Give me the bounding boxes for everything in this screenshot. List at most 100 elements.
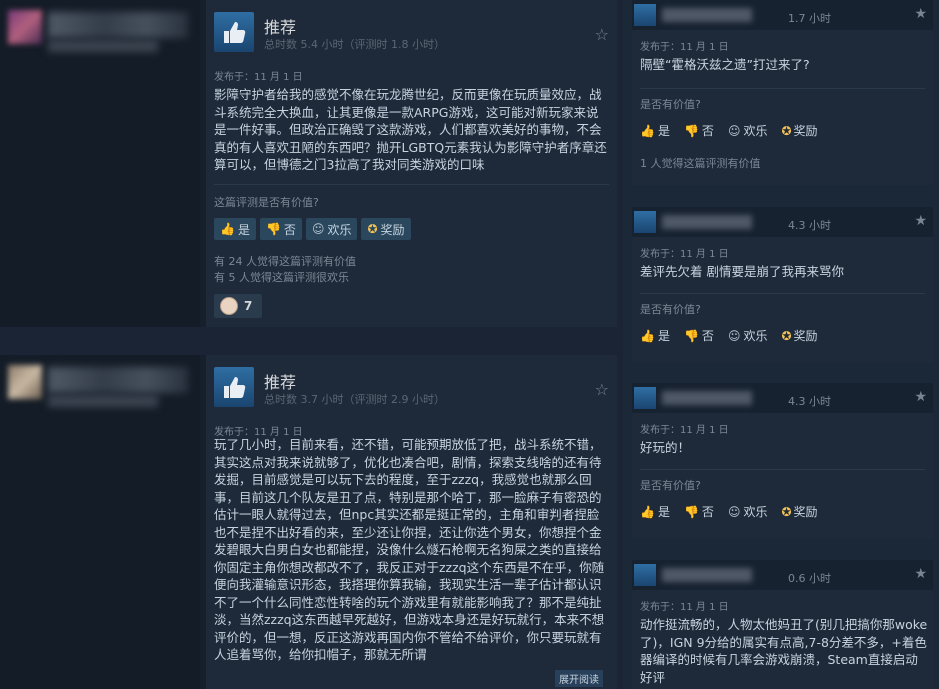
thumbs-up-icon: [634, 4, 656, 26]
review-posted-date: 发布于：11 月 1 日: [214, 72, 303, 83]
vote-no-label: 否: [701, 329, 714, 343]
helpful-count: 有 24 人觉得这篇评测有价值: [214, 255, 356, 268]
vote-funny-button[interactable]: ☺ 欢乐: [728, 122, 768, 139]
reaction-count: 7: [244, 299, 253, 313]
star-icon[interactable]: ★: [914, 6, 927, 22]
author-name-blurred[interactable]: [662, 8, 752, 22]
divider: [640, 293, 925, 294]
vote-yes-button[interactable]: 👍 是: [640, 503, 670, 520]
card-header: 0.6 小时 ★: [632, 560, 933, 590]
reaction-face-icon: [220, 297, 238, 315]
smile-icon: ☺: [311, 222, 325, 236]
review-body: 推荐 总时数 5.4 小时（评测时 1.8 小时） ☆ 发布于：11 月 1 日…: [206, 0, 617, 327]
vote-yes-button[interactable]: 👍 是: [640, 122, 670, 139]
review-author[interactable]: [0, 355, 200, 689]
short-review-card: 4.3 小时 ★ 发布于：11 月 1 日 差评先欠着 剧情要是崩了我再来骂你 …: [632, 207, 933, 362]
vote-funny-button[interactable]: ☺ 欢乐: [305, 218, 358, 240]
author-name-blurred[interactable]: [48, 12, 188, 38]
star-icon[interactable]: ☆: [595, 25, 609, 44]
author-name-blurred[interactable]: [662, 391, 752, 405]
vote-yes-label: 是: [657, 505, 670, 519]
divider: [640, 469, 925, 470]
vote-no-button[interactable]: 👎 否: [259, 218, 302, 240]
avatar[interactable]: [8, 10, 42, 44]
vote-yes-label: 是: [657, 329, 670, 343]
expand-review-link[interactable]: 展开阅读: [555, 670, 603, 687]
thumbs-down-icon: 👎: [683, 124, 699, 138]
author-name-blurred[interactable]: [662, 568, 752, 582]
vote-funny-button[interactable]: ☺ 欢乐: [728, 503, 768, 520]
card-posted-date: 发布于：11 月 1 日: [640, 425, 729, 436]
vote-yes-button[interactable]: 👍 是: [214, 218, 256, 240]
vote-buttons: 👍 是 👎 否 ☺ 欢乐 ✪ 奖励: [640, 327, 818, 344]
short-review-card: 1.7 小时 ★ 发布于：11 月 1 日 隔壁“霍格沃兹之遗”打过来了? 是否…: [632, 0, 933, 185]
vote-no-label: 否: [701, 124, 714, 138]
award-label: 奖励: [380, 222, 405, 237]
review-card: 推荐 总时数 3.7 小时（评测时 2.9 小时） ☆ 发布于：11 月 1 日…: [0, 355, 617, 689]
review-verdict: 推荐: [264, 18, 297, 37]
card-hours: 4.3 小时: [788, 219, 831, 232]
vote-no-button[interactable]: 👎 否: [684, 327, 714, 344]
card-posted-date: 发布于：11 月 1 日: [640, 42, 729, 53]
vote-no-button[interactable]: 👎 否: [684, 122, 714, 139]
award-button[interactable]: ✪ 奖励: [781, 503, 817, 520]
card-header: 4.3 小时 ★: [632, 383, 933, 413]
thumbs-up-icon: 👍: [640, 505, 655, 519]
author-name-blurred[interactable]: [48, 367, 188, 393]
smile-icon: ☺: [727, 124, 741, 138]
card-text: 隔壁“霍格沃兹之遗”打过来了?: [640, 57, 810, 72]
vote-yes-label: 是: [237, 222, 250, 237]
thumbs-up-icon: [634, 564, 656, 586]
award-button[interactable]: ✪ 奖励: [781, 122, 817, 139]
star-icon[interactable]: ★: [914, 213, 927, 229]
funny-count: 有 5 人觉得这篇评测很欢乐: [214, 271, 349, 284]
card-hours: 1.7 小时: [788, 12, 831, 25]
award-button[interactable]: ✪ 奖励: [781, 327, 817, 344]
thumbs-up-icon: [634, 211, 656, 233]
vote-no-label: 否: [283, 222, 296, 237]
short-review-card: 4.3 小时 ★ 发布于：11 月 1 日 好玩的！ 是否有价值? 👍 是 👎 否 …: [632, 383, 933, 538]
helpful-question: 这篇评测是否有价值?: [214, 196, 319, 209]
star-icon[interactable]: ★: [914, 389, 927, 405]
card-hours: 4.3 小时: [788, 395, 831, 408]
reaction-badge[interactable]: 7: [214, 294, 262, 318]
card-text: 差评先欠着 剧情要是崩了我再来骂你: [640, 264, 844, 279]
review-text: 影障守护者给我的感觉不像在玩龙腾世纪，反而更像在玩质量效应，战斗系统完全大换血，…: [214, 87, 607, 172]
avatar[interactable]: [8, 365, 42, 399]
vote-funny-button[interactable]: ☺ 欢乐: [728, 327, 768, 344]
card-text: 动作挺流畅的，人物太他妈丑了(别几把搞你那woke了)，IGN 9分给的属实有点…: [640, 617, 928, 685]
thumbs-up-icon: 👍: [640, 329, 655, 343]
thumbs-down-icon: 👎: [683, 329, 699, 343]
card-header: 1.7 小时 ★: [632, 0, 933, 30]
star-icon[interactable]: ☆: [595, 380, 609, 399]
award-button[interactable]: ✪ 奖励: [361, 218, 411, 240]
award-label: 奖励: [793, 124, 818, 138]
thumbs-up-icon: [214, 12, 254, 52]
vote-yes-button[interactable]: 👍 是: [640, 327, 670, 344]
divider: [640, 88, 925, 89]
smile-icon: ☺: [727, 505, 741, 519]
review-body: 推荐 总时数 3.7 小时（评测时 2.9 小时） ☆ 发布于：11 月 1 日…: [206, 355, 617, 689]
short-review-card: 0.6 小时 ★ 发布于：11 月 1 日 动作挺流畅的，人物太他妈丑了(别几把…: [632, 560, 933, 689]
award-label: 奖励: [793, 505, 818, 519]
helpful-question: 是否有价值?: [640, 98, 701, 111]
card-hours: 0.6 小时: [788, 572, 831, 585]
divider: [214, 184, 609, 185]
thumbs-up-icon: [634, 387, 656, 409]
vote-buttons: 👍 是 👎 否 ☺ 欢乐 ✪ 奖励: [640, 503, 818, 520]
helpful-count: 1 人觉得这篇评测有价值: [640, 157, 761, 170]
card-header: 4.3 小时 ★: [632, 207, 933, 237]
thumbs-down-icon: 👎: [265, 222, 281, 236]
review-text: 玩了几小时，目前来看，还不错，可能预期放低了把，战斗系统不错，其实这点对我来说就…: [214, 437, 605, 662]
card-posted-date: 发布于：11 月 1 日: [640, 249, 729, 260]
vote-no-button[interactable]: 👎 否: [684, 503, 714, 520]
vote-buttons: 👍 是 👎 否 ☺ 欢乐 ✪ 奖励: [214, 218, 411, 240]
award-icon: ✪: [781, 124, 792, 138]
review-hours: 总时数 5.4 小时（评测时 1.8 小时）: [264, 38, 445, 51]
author-name-blurred[interactable]: [662, 215, 752, 229]
star-icon[interactable]: ★: [914, 566, 927, 582]
vote-no-label: 否: [701, 505, 714, 519]
vote-yes-label: 是: [657, 124, 670, 138]
review-author[interactable]: [0, 0, 200, 327]
review-stats: 有 24 人觉得这篇评测有价值 有 5 人觉得这篇评测很欢乐: [214, 254, 356, 286]
